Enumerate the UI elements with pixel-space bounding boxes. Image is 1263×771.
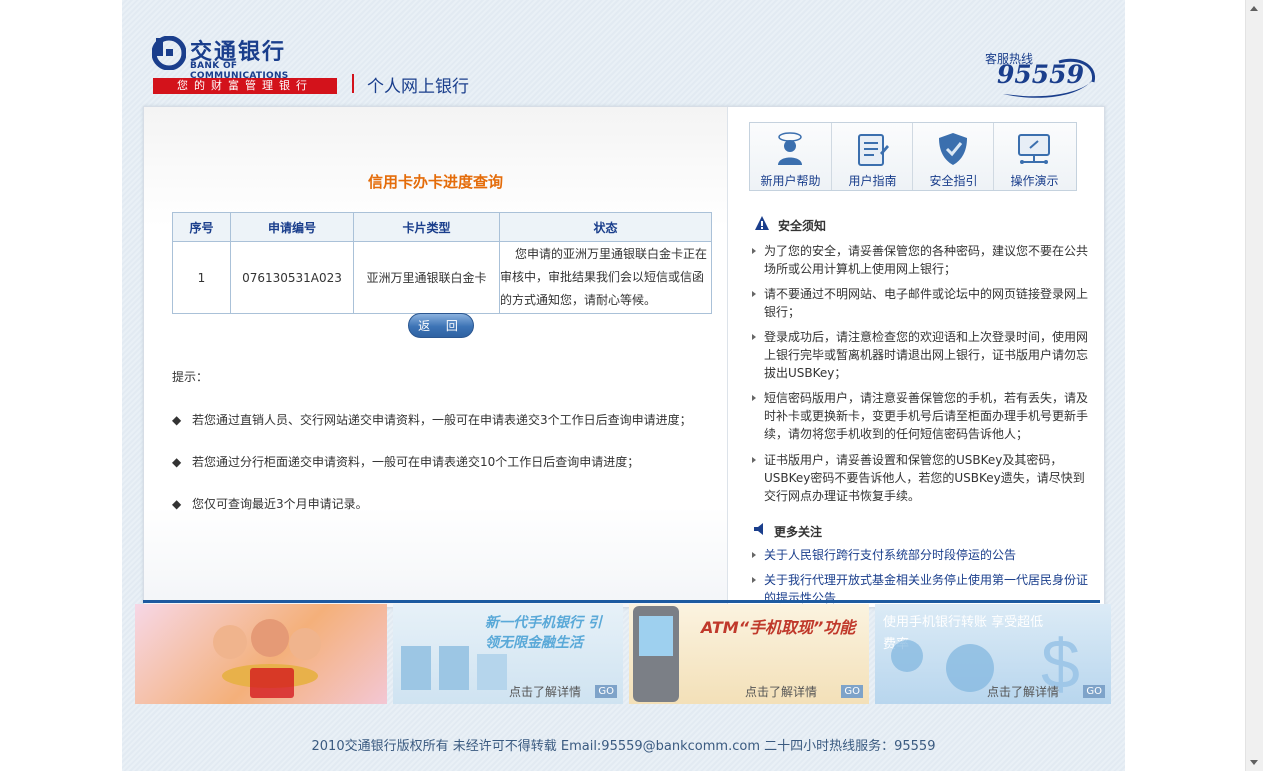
tip-item: ◆ 您仅可查询最近3个月申请记录。	[172, 495, 368, 512]
new-user-help-icon	[778, 132, 802, 165]
security-notice-item: 为了您的安全，请妥善保管您的各种密码，建议您不要在公共场所或公用计算机上使用网上…	[752, 242, 1092, 278]
table-row: 1 076130531A023 亚洲万里通银联白金卡 您申请的亚洲万里通银联白金…	[172, 241, 712, 314]
speaker-icon	[754, 523, 763, 535]
quick-link-label: 用户指南	[848, 174, 897, 188]
quick-link-label: 安全指引	[929, 174, 978, 188]
header-separator	[352, 74, 354, 93]
promo-banner-low-fee-transfer[interactable]: 使用手机银行转账 享受超低费率 $ 点击了解详情 GO	[875, 604, 1111, 704]
tips-label: 提示：	[172, 370, 209, 384]
warning-icon	[755, 216, 769, 230]
arrow-icon	[752, 552, 756, 558]
announcement-link[interactable]: 关于人民银行跨行支付系统部分时段停运的公告	[752, 546, 1092, 564]
cell-card-type: 亚洲万里通银联白金卡	[353, 241, 500, 314]
bullet-icon: ◆	[172, 413, 182, 427]
cell-index: 1	[172, 241, 231, 314]
arrow-icon	[752, 577, 756, 583]
vertical-scrollbar[interactable]	[1245, 0, 1263, 771]
security-notice-item: 登录成功后，请注意检查您的欢迎语和上次登录时间，使用网上银行完毕或暂离机器时请退…	[752, 328, 1092, 382]
tip-text: 若您通过直销人员、交行网站递交申请资料，一般可在申请表递交3个工作日后查询申请进…	[192, 413, 692, 427]
column-header-card-type: 卡片类型	[353, 212, 500, 242]
arrow-icon	[752, 395, 756, 401]
back-button[interactable]: 返 回	[408, 313, 474, 338]
hotline-badge: 客服热线 95559	[983, 48, 1101, 102]
bank-logo[interactable]: 交通银行 BANK OF COMMUNICATIONS 您的财富管理银行	[152, 36, 338, 96]
column-header-application-no: 申请编号	[230, 212, 354, 242]
cell-application-no: 076130531A023	[230, 241, 354, 314]
banner-go-button[interactable]: GO	[595, 685, 617, 698]
table-header-row: 序号 申请编号 卡片类型 状态	[172, 212, 712, 242]
banner-go-button[interactable]: GO	[841, 685, 863, 698]
tip-text: 您仅可查询最近3个月申请记录。	[192, 497, 368, 511]
banner-details-link: 点击了解详情	[745, 685, 818, 699]
banner-details-link: 点击了解详情	[987, 685, 1060, 699]
security-notice-item: 请不要通过不明网站、电子邮件或论坛中的网页链接登录网上银行；	[752, 285, 1092, 321]
promo-banner-credit-card[interactable]	[135, 604, 387, 704]
cell-status: 您申请的亚洲万里通银联白金卡正在审核中，审批结果我们会以短信或信函的方式通知您，…	[499, 241, 712, 314]
promo-banner-atm-withdrawal[interactable]: ATM“手机取现”功能 点击了解详情 GO	[629, 604, 869, 704]
arrow-icon	[752, 248, 756, 254]
arrow-icon	[752, 334, 756, 340]
more-attention-title: 更多关注	[774, 525, 823, 539]
tip-text: 若您通过分行柜面递交申请资料，一般可在申请表递交10个工作日后查询申请进度；	[192, 455, 640, 469]
user-guide-icon	[858, 134, 889, 166]
security-notice-item: 短信密码版用户，请注意妥善保管您的手机，若有丢失，请及时补卡或更换新卡，变更手机…	[752, 389, 1092, 443]
logo-slogan: 您的财富管理银行	[153, 78, 337, 94]
bullet-icon: ◆	[172, 455, 182, 469]
sidebar: 新用户帮助 用户指南 安全指引 操作演示 安全须知 为了您的安全，请妥善保管您的…	[728, 107, 1104, 607]
bullet-icon: ◆	[172, 497, 182, 511]
arrow-icon	[752, 457, 756, 463]
progress-table: 序号 申请编号 卡片类型 状态 1 076130531A023 亚洲万里通银联白…	[172, 212, 712, 314]
quick-links-bar: 新用户帮助 用户指南 安全指引 操作演示	[749, 122, 1077, 191]
hotline-number: 95559	[997, 60, 1084, 89]
scroll-down-arrow-icon[interactable]	[1250, 760, 1258, 765]
quick-link-security-guide[interactable]: 安全指引	[912, 123, 994, 190]
quick-link-label: 操作演示	[1010, 174, 1059, 188]
promo-image-icon	[213, 619, 321, 698]
branch-scene-icon	[401, 646, 507, 690]
scroll-up-arrow-icon[interactable]	[1250, 6, 1258, 11]
column-header-index: 序号	[172, 212, 231, 242]
demo-monitor-icon	[1018, 134, 1050, 164]
quick-link-label: 新用户帮助	[760, 174, 821, 188]
quick-link-user-guide[interactable]: 用户指南	[831, 123, 913, 190]
form-title: 信用卡办卡进度查询	[367, 173, 503, 191]
banner-details-link: 点击了解详情	[509, 685, 582, 699]
promo-banners: 新一代手机银行 引领无限金融生活 点击了解详情 GO ATM“手机取现”功能 点…	[135, 604, 1111, 704]
main-panel: 信用卡办卡进度查询 序号 申请编号 卡片类型 状态 1 076130531A02…	[143, 106, 1105, 608]
quick-link-demo[interactable]: 操作演示	[993, 123, 1075, 190]
promo-banner-mobile-banking[interactable]: 新一代手机银行 引领无限金融生活 点击了解详情 GO	[393, 604, 623, 704]
bank-logo-icon	[152, 36, 186, 70]
tip-item: ◆ 若您通过分行柜面递交申请资料，一般可在申请表递交10个工作日后查询申请进度；	[172, 453, 639, 470]
banner-go-button[interactable]: GO	[1083, 685, 1105, 698]
security-notice-title: 安全须知	[778, 219, 827, 233]
footer-copyright: 2010交通银行版权所有 未经许可不得转载 Email:95559@bankco…	[311, 739, 936, 754]
arrow-icon	[752, 291, 756, 297]
page-title: 个人网上银行	[367, 77, 469, 97]
tip-item: ◆ 若您通过直销人员、交行网站递交申请资料，一般可在申请表递交3个工作日后查询申请…	[172, 411, 692, 428]
query-section: 信用卡办卡进度查询 序号 申请编号 卡片类型 状态 1 076130531A02…	[144, 107, 727, 607]
banner-headline: ATM“手机取现”功能	[701, 618, 856, 637]
security-notice-item: 证书版用户，请妥善设置和保管您的USBKey及其密码，USBKey密码不要告诉他…	[752, 451, 1092, 505]
security-shield-icon	[939, 133, 967, 165]
banner-top-bar	[143, 600, 1100, 603]
column-header-status: 状态	[499, 212, 712, 242]
quick-link-new-user-help[interactable]: 新用户帮助	[750, 123, 831, 190]
